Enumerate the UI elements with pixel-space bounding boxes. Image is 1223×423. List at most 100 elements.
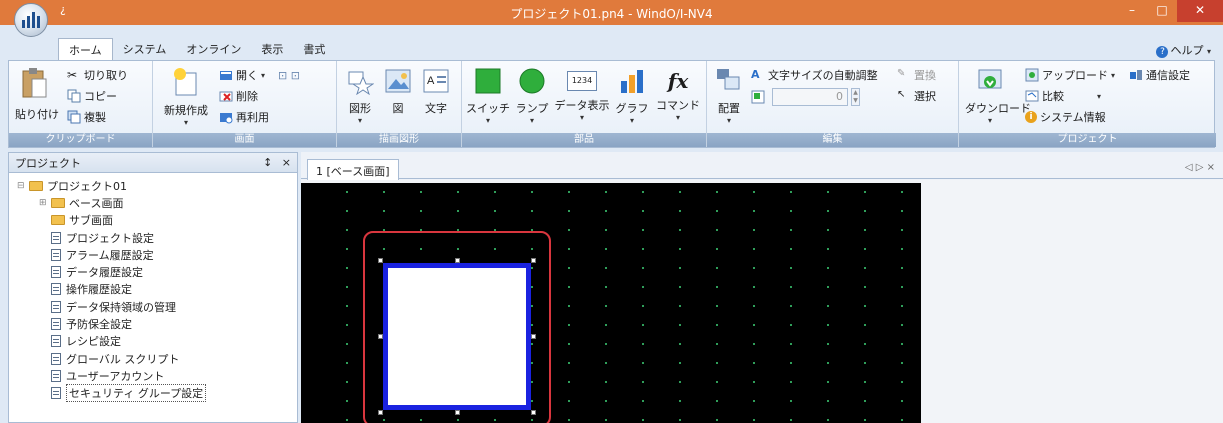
expand-toggle-icon[interactable]: ⊞ xyxy=(39,198,51,208)
close-icon[interactable]: × xyxy=(282,156,291,169)
grid-dot xyxy=(568,210,570,212)
tree-item[interactable]: データ履歴設定 xyxy=(17,263,297,280)
grid-dot xyxy=(901,210,903,212)
system-info-button[interactable]: i システム情報 xyxy=(1025,109,1106,125)
tree-item[interactable]: プロジェクト設定 xyxy=(17,229,297,246)
comm-settings-button[interactable]: 通信設定 xyxy=(1129,67,1190,83)
grid-dot xyxy=(864,400,866,402)
compare-button[interactable]: 比較 ▾ xyxy=(1025,88,1101,104)
font-size-spinner[interactable]: ▲ ▼ xyxy=(851,88,860,106)
data-display-button[interactable]: 1234 データ表示 ▾ xyxy=(554,67,610,122)
tree-item[interactable]: データ保持領域の管理 xyxy=(17,298,297,315)
close-button[interactable]: ✕ xyxy=(1177,0,1223,22)
grid-dot xyxy=(346,210,348,212)
minimize-button[interactable]: – xyxy=(1117,0,1147,22)
tree-item[interactable]: セキュリティ グループ設定 xyxy=(17,384,297,403)
graph-button[interactable]: グラフ ▾ xyxy=(612,67,652,125)
grid-dot xyxy=(605,267,607,269)
grid-dot xyxy=(679,305,681,307)
resize-handle-bottom-right[interactable] xyxy=(531,410,536,415)
reuse-screen-button[interactable]: 再利用 xyxy=(219,109,269,125)
grid-dot xyxy=(716,267,718,269)
maximize-button[interactable]: □ xyxy=(1147,0,1177,22)
grid-dot xyxy=(531,210,533,212)
folder-icon xyxy=(29,180,43,191)
tree-item[interactable]: レシピ設定 xyxy=(17,333,297,350)
grid-dot xyxy=(790,305,792,307)
download-button[interactable]: ダウンロード ▾ xyxy=(965,67,1031,125)
help-label: ヘルプ xyxy=(1170,44,1204,57)
tree-item[interactable]: サブ画面 xyxy=(17,212,297,229)
shape-button[interactable]: 図形 ▾ xyxy=(343,67,377,125)
tree-item[interactable]: 予防保全設定 xyxy=(17,315,297,332)
tab-system[interactable]: システム xyxy=(113,38,177,60)
cut-button[interactable]: ✂ 切り取り xyxy=(67,67,128,83)
network-icon xyxy=(1130,70,1142,80)
command-button[interactable]: fx コマンド ▾ xyxy=(656,67,700,122)
lamp-button[interactable]: ランプ ▾ xyxy=(512,67,552,125)
resize-handle-bottom-left[interactable] xyxy=(378,410,383,415)
grid-dot xyxy=(679,248,681,250)
new-screen-button[interactable]: 新規作成 ▾ xyxy=(159,67,213,127)
document-tab-controls[interactable]: ◁ ▷ × xyxy=(1185,162,1215,173)
document-icon xyxy=(51,387,61,400)
project-panel-title: プロジェクト xyxy=(15,156,81,170)
text-button[interactable]: A 文字 xyxy=(419,67,453,116)
duplicate-button[interactable]: 複製 xyxy=(67,109,106,125)
resize-handle-bottom[interactable] xyxy=(455,410,460,415)
tree-item[interactable]: ユーザーアカウント xyxy=(17,367,297,384)
tree-item[interactable]: 操作履歴設定 xyxy=(17,281,297,298)
figure-button[interactable]: 図 xyxy=(381,67,415,116)
scissors-icon: ✂ xyxy=(67,68,78,82)
resize-handle-left[interactable] xyxy=(378,334,383,339)
base-screen-canvas[interactable] xyxy=(301,183,921,423)
upload-button[interactable]: アップロード ▾ xyxy=(1025,67,1115,83)
select-button[interactable]: ↖ 選択 xyxy=(897,88,936,104)
grid-dot xyxy=(827,362,829,364)
tab-view[interactable]: 表示 xyxy=(251,38,293,60)
tree-item[interactable]: ⊞ ベース画面 xyxy=(17,194,297,211)
editor-canvas[interactable] xyxy=(301,180,1223,423)
arrange-button[interactable]: 配置 ▾ xyxy=(711,67,747,125)
help-button[interactable]: ? ヘルプ ▾ xyxy=(1156,42,1211,58)
tree-item-label: データ保持領域の管理 xyxy=(66,300,176,314)
tab-home[interactable]: ホーム xyxy=(58,38,113,60)
auto-font-size-button[interactable]: A 文字サイズの自動調整 xyxy=(751,67,878,83)
rectangle-shape[interactable] xyxy=(383,263,531,410)
grid-dot xyxy=(901,400,903,402)
application-menu-button[interactable] xyxy=(14,3,48,37)
resize-handle-top-left[interactable] xyxy=(378,258,383,263)
bar-chart-icon xyxy=(621,70,643,93)
image-icon xyxy=(385,69,411,93)
tree-item-label: ベース画面 xyxy=(69,196,124,210)
folder-icon xyxy=(51,215,65,226)
tab-online[interactable]: オンライン xyxy=(176,38,251,60)
copy-button[interactable]: コピー xyxy=(67,88,117,104)
replace-button[interactable]: ✎ 置換 xyxy=(897,67,936,83)
tree-item[interactable]: ⊟ プロジェクト01 xyxy=(17,177,297,194)
size-change-icon xyxy=(751,90,765,104)
grid-dot xyxy=(679,286,681,288)
font-size-icon: A xyxy=(751,68,760,81)
paste-button[interactable]: 貼り付け xyxy=(15,67,59,122)
tab-format[interactable]: 書式 xyxy=(293,38,335,60)
grid-dot xyxy=(753,324,755,326)
grid-dot xyxy=(864,324,866,326)
tab-base-screen-1[interactable]: 1 [ベース画面] xyxy=(307,159,399,180)
select-label: 選択 xyxy=(914,90,936,103)
delete-screen-button[interactable]: 削除 xyxy=(219,88,258,104)
tree-item[interactable]: グローバル スクリプト xyxy=(17,350,297,367)
pin-icon[interactable]: ↕ xyxy=(263,156,272,169)
switch-button[interactable]: スイッチ ▾ xyxy=(466,67,510,125)
resize-handle-top[interactable] xyxy=(455,258,460,263)
tree-item[interactable]: アラーム履歴設定 xyxy=(17,246,297,263)
expand-toggle-icon[interactable]: ⊟ xyxy=(17,181,29,191)
resize-handle-right[interactable] xyxy=(531,334,536,339)
grid-dot xyxy=(568,305,570,307)
open-screen-button[interactable]: 開く ▾ ⊡ ⊡ xyxy=(219,67,300,83)
font-size-input[interactable]: 0 xyxy=(772,88,848,106)
tree-item-label: 予防保全設定 xyxy=(66,318,132,332)
grid-dot xyxy=(642,286,644,288)
resize-handle-top-right[interactable] xyxy=(531,258,536,263)
grid-dot xyxy=(679,267,681,269)
